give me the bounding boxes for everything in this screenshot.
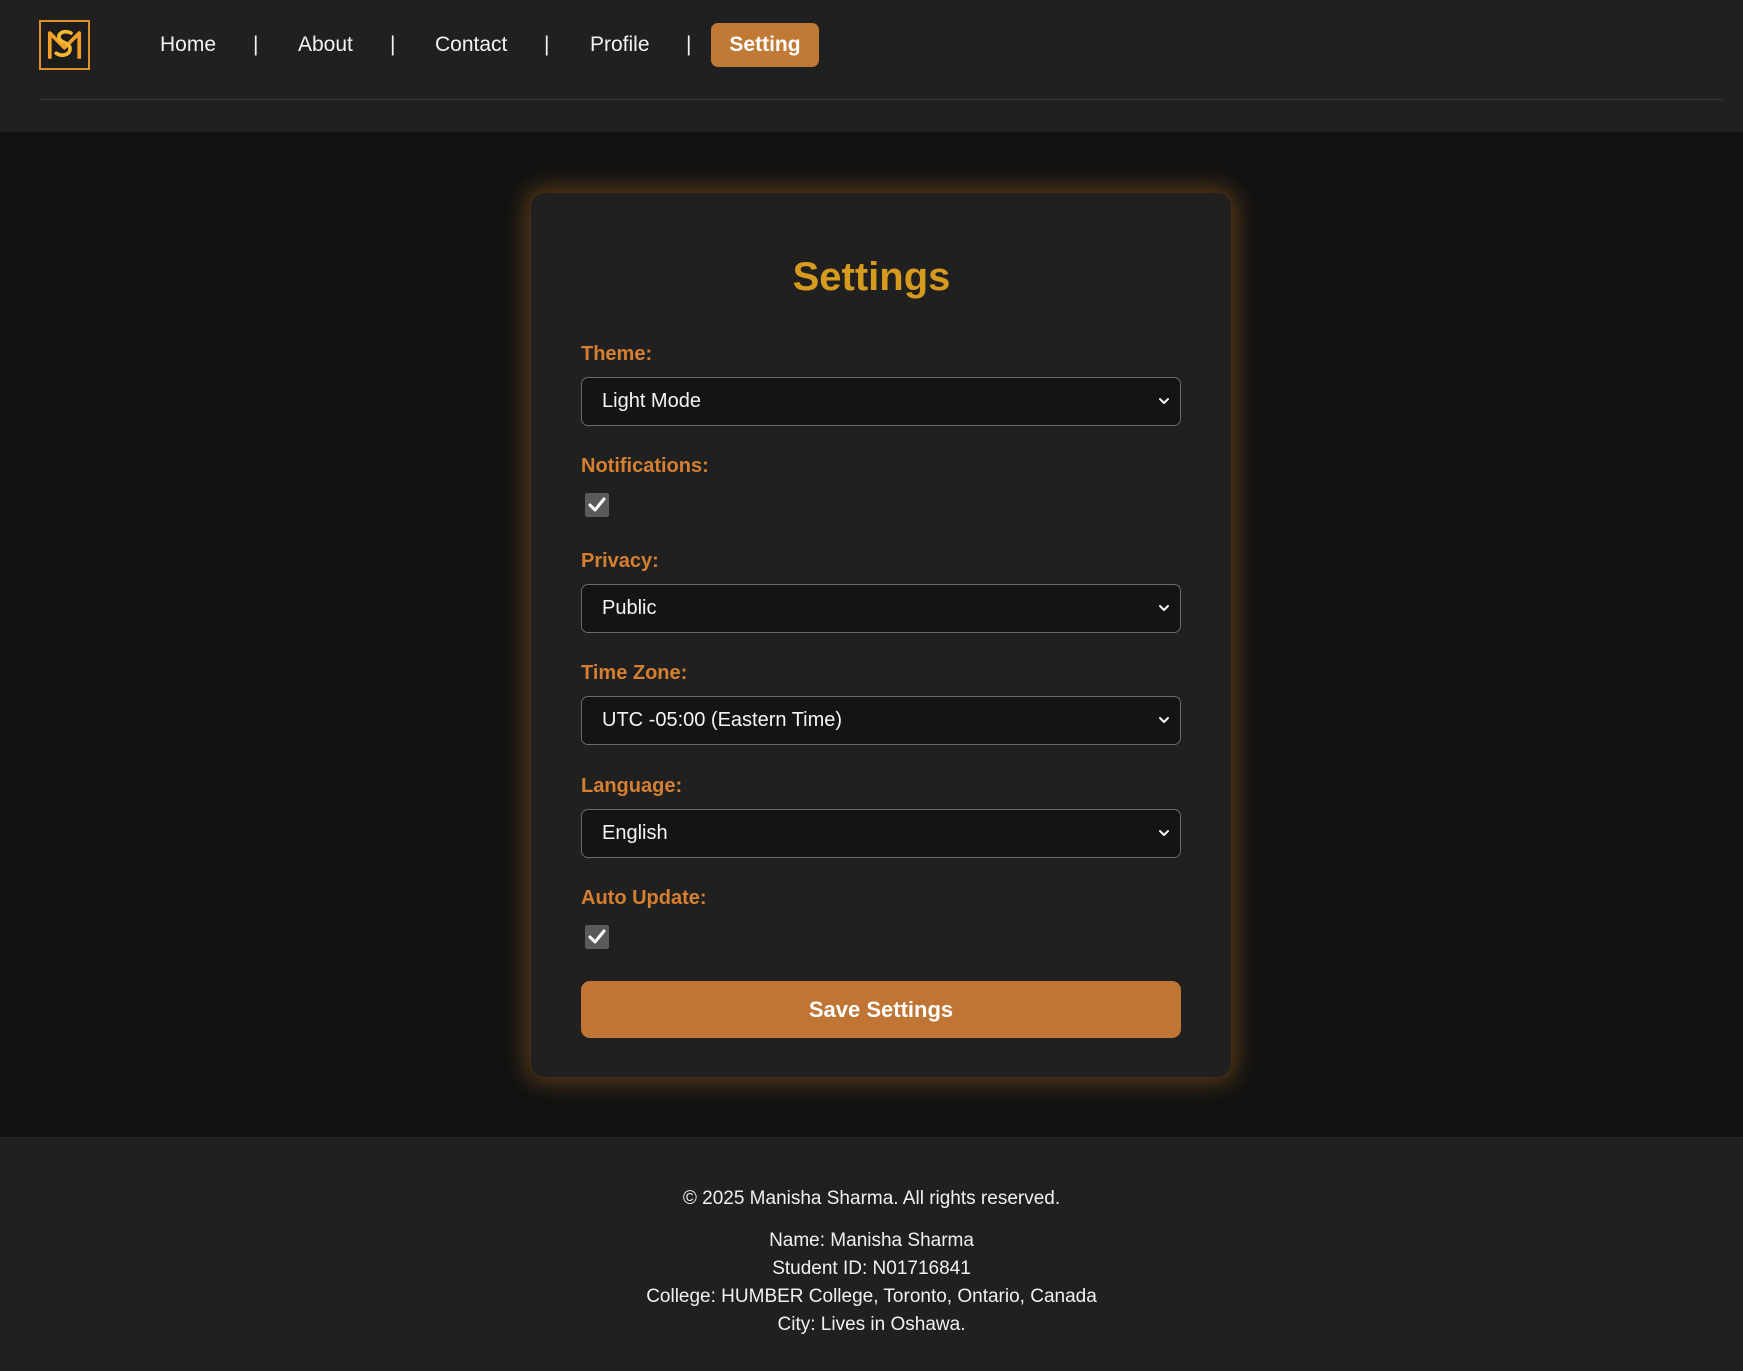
footer-city: City: Lives in Oshawa. [777,1314,966,1335]
privacy-label: Privacy: [581,550,659,572]
theme-select[interactable]: Light Mode [581,377,1181,426]
language-label: Language: [581,775,683,797]
nav-divider [39,99,1723,100]
nav-separator: | [390,33,396,56]
nav-link-about[interactable]: About [298,31,353,59]
notifications-checkbox[interactable] [585,493,609,517]
timezone-select[interactable]: UTC -05:00 (Eastern Time) [581,696,1181,745]
chevron-down-icon [1159,605,1169,611]
chevron-down-icon [1159,830,1169,836]
logo-icon[interactable] [39,20,90,70]
page-footer: © 2025 Manisha Sharma. All rights reserv… [0,1137,1743,1371]
nav-separator: | [544,33,550,56]
language-select-value: English [602,822,668,844]
privacy-select-value: Public [602,597,657,619]
chevron-down-icon [1159,398,1169,404]
save-settings-button[interactable]: Save Settings [581,981,1181,1038]
nav-separator: | [686,33,692,56]
nav-link-setting-active[interactable]: Setting [711,23,819,67]
privacy-select[interactable]: Public [581,584,1181,633]
nav-link-home[interactable]: Home [160,31,216,59]
checkmark-icon [585,925,609,949]
auto-update-checkbox[interactable] [585,925,609,949]
page-title: Settings [792,255,951,299]
footer-name: Name: Manisha Sharma [769,1230,974,1251]
nav-link-contact[interactable]: Contact [435,31,507,59]
theme-label: Theme: [581,343,653,365]
notifications-label: Notifications: [581,455,709,477]
language-select[interactable]: English [581,809,1181,858]
nav-link-profile[interactable]: Profile [590,31,650,59]
chevron-down-icon [1159,717,1169,723]
auto-update-label: Auto Update: [581,887,707,909]
footer-college: College: HUMBER College, Toronto, Ontari… [646,1286,1097,1307]
theme-select-value: Light Mode [602,390,701,412]
checkmark-icon [585,493,609,517]
footer-student-id: Student ID: N01716841 [772,1258,971,1279]
timezone-select-value: UTC -05:00 (Eastern Time) [602,709,843,731]
timezone-label: Time Zone: [581,662,688,684]
top-navbar: Home | About | Contact | Profile | Setti… [0,0,1743,132]
settings-card [531,193,1231,1077]
footer-copyright: © 2025 Manisha Sharma. All rights reserv… [682,1188,1061,1209]
nav-separator: | [253,33,259,56]
